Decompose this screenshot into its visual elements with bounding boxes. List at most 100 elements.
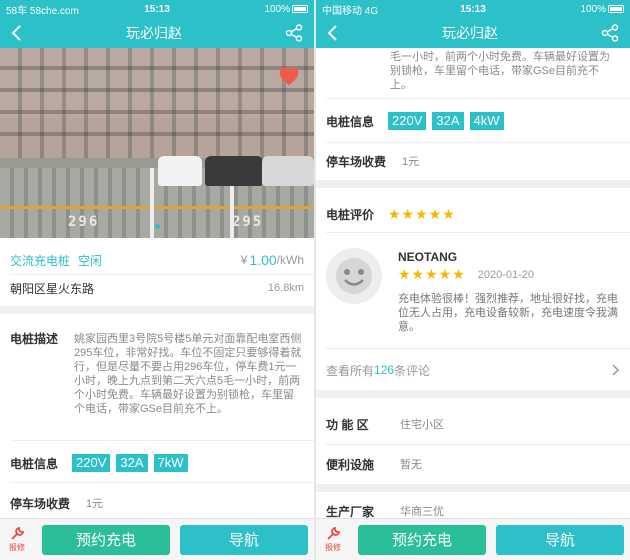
divider: [10, 482, 314, 483]
status-bar: 中国移动 4G 15:13 100%: [316, 0, 630, 18]
right-screen: 中国移动 4G 15:13 100% 玩必归赵 毛一小时，前两个小时免费。车辆最…: [316, 0, 630, 560]
description-label: 电桩描述: [10, 332, 59, 346]
all-reviews-link[interactable]: 查看所有 126 条评论: [316, 360, 630, 380]
smiley-avatar-icon: [336, 258, 372, 294]
photo-car-silver: [262, 156, 314, 186]
divider: [326, 142, 630, 143]
charger-info-label: 电桩信息: [326, 114, 375, 129]
manufacturer-value: 华商三优: [400, 506, 444, 518]
charger-status: 空闲: [78, 253, 103, 268]
photo-car-white: [158, 156, 202, 186]
clock: 15:13: [460, 3, 486, 15]
battery-status: 100%: [523, 3, 625, 15]
divider: [10, 274, 314, 275]
share-icon: [285, 24, 303, 42]
page-title: 玩必归赵: [126, 25, 182, 41]
all-reviews-suffix: 条评论: [394, 363, 431, 378]
rating-row: 电桩评价 ★★★★★: [316, 204, 630, 224]
rating-label: 电桩评价: [326, 207, 375, 222]
nav-bar: 玩必归赵: [0, 18, 314, 48]
price-symbol: ¥: [240, 253, 248, 267]
carousel-indicator: [0, 216, 314, 234]
back-button[interactable]: [0, 18, 34, 48]
parking-fee-value: 1元: [86, 498, 104, 510]
back-button[interactable]: [316, 18, 350, 48]
description-text-tail: 毛一小时，前两个小时免费。车辆最好设置为别锁枪，车里留个电话，带家GSe目前充不…: [390, 51, 610, 91]
price-value: 1.00: [249, 252, 277, 268]
location-row[interactable]: 朝阳区星火东路 16.8km: [0, 278, 314, 298]
parking-fee-label: 停车场收费: [10, 496, 71, 511]
battery-status: 100%: [207, 3, 309, 15]
rating-stars: ★★★★★: [388, 205, 456, 222]
report-button[interactable]: 报修: [0, 526, 34, 553]
page-title: 玩必归赵: [442, 25, 498, 41]
share-button[interactable]: [274, 18, 314, 48]
share-button[interactable]: [590, 18, 630, 48]
section-gap: [316, 180, 630, 188]
function-area-label: 功 能 区: [326, 417, 369, 432]
charger-info-label: 电桩信息: [10, 456, 59, 471]
divider: [326, 232, 630, 233]
current-tag: 32A: [432, 112, 464, 130]
all-reviews-prefix: 查看所有: [326, 363, 375, 378]
book-charging-button[interactable]: 预约充电: [42, 524, 170, 555]
chevron-right-icon: [612, 364, 620, 376]
wrench-icon: [11, 526, 25, 540]
heart-icon[interactable]: [278, 66, 300, 88]
charger-photo[interactable]: 296 295: [0, 48, 314, 238]
section-gap: [316, 390, 630, 398]
review-meta: ★★★★★ 2020-01-20: [398, 266, 534, 283]
reviewer-avatar: [326, 248, 382, 304]
charger-info-row: 电桩信息 220V 32A 4kW: [316, 110, 630, 132]
distance: 16.8km: [267, 282, 304, 294]
report-label: 报修: [325, 543, 341, 552]
navigate-button[interactable]: 导航: [180, 524, 308, 555]
section-gap: [0, 306, 314, 314]
battery-percent: 100%: [264, 3, 291, 15]
carousel-dot: [154, 224, 160, 229]
section-gap: [316, 484, 630, 492]
reviewer-name: NEOTANG: [398, 250, 458, 264]
review-text: 充电体验很棒！强烈推荐，地址很好找，充电位无人占用，充电设备较新，充电速度令我满…: [398, 293, 618, 333]
left-screen: 58车 58che.com 15:13 100% 玩必归赵 296 295 交流…: [0, 0, 314, 560]
battery-icon: [608, 4, 625, 13]
wrench-icon: [327, 526, 341, 540]
divider: [326, 444, 630, 445]
clock: 15:13: [144, 3, 170, 15]
function-area-row: 功 能 区 住宅小区: [316, 414, 630, 434]
charger-type: 交流充电桩: [10, 253, 71, 268]
review-count: 126: [374, 363, 395, 377]
address: 朝阳区星火东路: [10, 281, 95, 296]
charger-summary-row: 交流充电桩 空闲 ¥ 1.00 /kWh: [0, 250, 314, 270]
carrier-label: 中国移动 4G: [322, 5, 379, 17]
parking-fee-label: 停车场收费: [326, 154, 387, 169]
price-unit: /kWh: [276, 253, 304, 267]
divider: [326, 348, 630, 349]
navigate-button[interactable]: 导航: [496, 524, 624, 555]
bottom-action-bar: 报修 预约充电 导航: [0, 518, 314, 560]
photo-car-black: [205, 156, 263, 186]
report-label: 报修: [9, 543, 25, 552]
book-charging-button[interactable]: 预约充电: [358, 524, 486, 555]
divider: [326, 98, 630, 99]
photo-curb: [0, 206, 314, 209]
current-tag: 32A: [116, 454, 148, 472]
facilities-value: 暂无: [400, 459, 422, 471]
review-stars: ★★★★★: [398, 266, 466, 282]
charger-info-row: 电桩信息 220V 32A 7kW: [0, 452, 314, 474]
manufacturer-label: 生产厂家: [326, 504, 375, 519]
review-date: 2020-01-20: [477, 268, 535, 281]
chevron-left-icon: [11, 25, 21, 41]
power-tag: 4kW: [469, 112, 504, 130]
battery-percent: 100%: [580, 3, 607, 15]
parking-fee-value: 1元: [402, 156, 420, 168]
voltage-tag: 220V: [388, 112, 427, 130]
report-button[interactable]: 报修: [316, 526, 350, 553]
power-tag: 7kW: [153, 454, 188, 472]
facilities-row: 便利设施 暂无: [316, 454, 630, 474]
bottom-action-bar: 报修 预约充电 导航: [316, 518, 630, 560]
status-bar: 58车 58che.com 15:13 100%: [0, 0, 314, 18]
facilities-label: 便利设施: [326, 457, 375, 472]
parking-fee-row: 停车场收费 1元: [316, 152, 630, 170]
battery-icon: [292, 4, 309, 13]
